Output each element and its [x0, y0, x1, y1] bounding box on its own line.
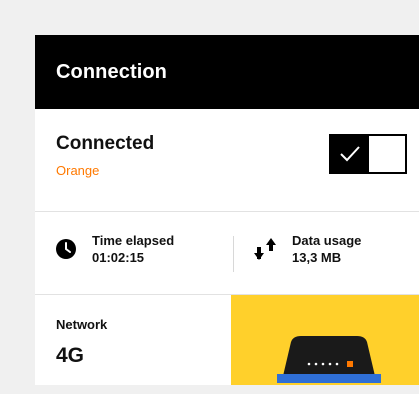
time-elapsed-stat: Time elapsed 01:02:15: [54, 232, 174, 266]
time-elapsed-label: Time elapsed: [92, 233, 175, 248]
toggle-on-segment: [331, 136, 369, 172]
router-icon: [277, 336, 381, 383]
data-usage-text: Data usage 13,3 MB: [292, 232, 361, 266]
connection-status: Connected: [56, 133, 155, 154]
stats-row: Time elapsed 01:02:15 Data usage 13,3 MB: [35, 212, 419, 295]
connection-header: Connection: [35, 35, 419, 109]
network-label: Network: [56, 317, 108, 332]
clock-icon: [54, 237, 78, 261]
connection-card: Connection Connected Orange Time elapsed: [35, 35, 419, 385]
data-usage-value: 13,3 MB: [292, 250, 342, 265]
network-value: 4G: [56, 344, 85, 367]
data-usage-label: Data usage: [292, 233, 362, 248]
time-elapsed-text: Time elapsed 01:02:15: [92, 232, 174, 266]
operator-name: Orange: [56, 163, 100, 178]
bottom-strip: [0, 385, 419, 394]
check-icon: [340, 146, 360, 162]
toggle-off-segment: [369, 136, 405, 172]
header-title: Connection: [56, 60, 167, 83]
arrows-up-down-icon: [254, 237, 278, 261]
network-section: Network 4G: [35, 295, 419, 385]
connection-status-row: Connected Orange: [35, 109, 419, 212]
data-usage-stat: Data usage 13,3 MB: [254, 232, 361, 266]
router-illustration-panel: [231, 295, 419, 385]
connection-toggle[interactable]: [329, 134, 407, 174]
stats-divider: [233, 236, 234, 272]
time-elapsed-value: 01:02:15: [92, 250, 145, 265]
